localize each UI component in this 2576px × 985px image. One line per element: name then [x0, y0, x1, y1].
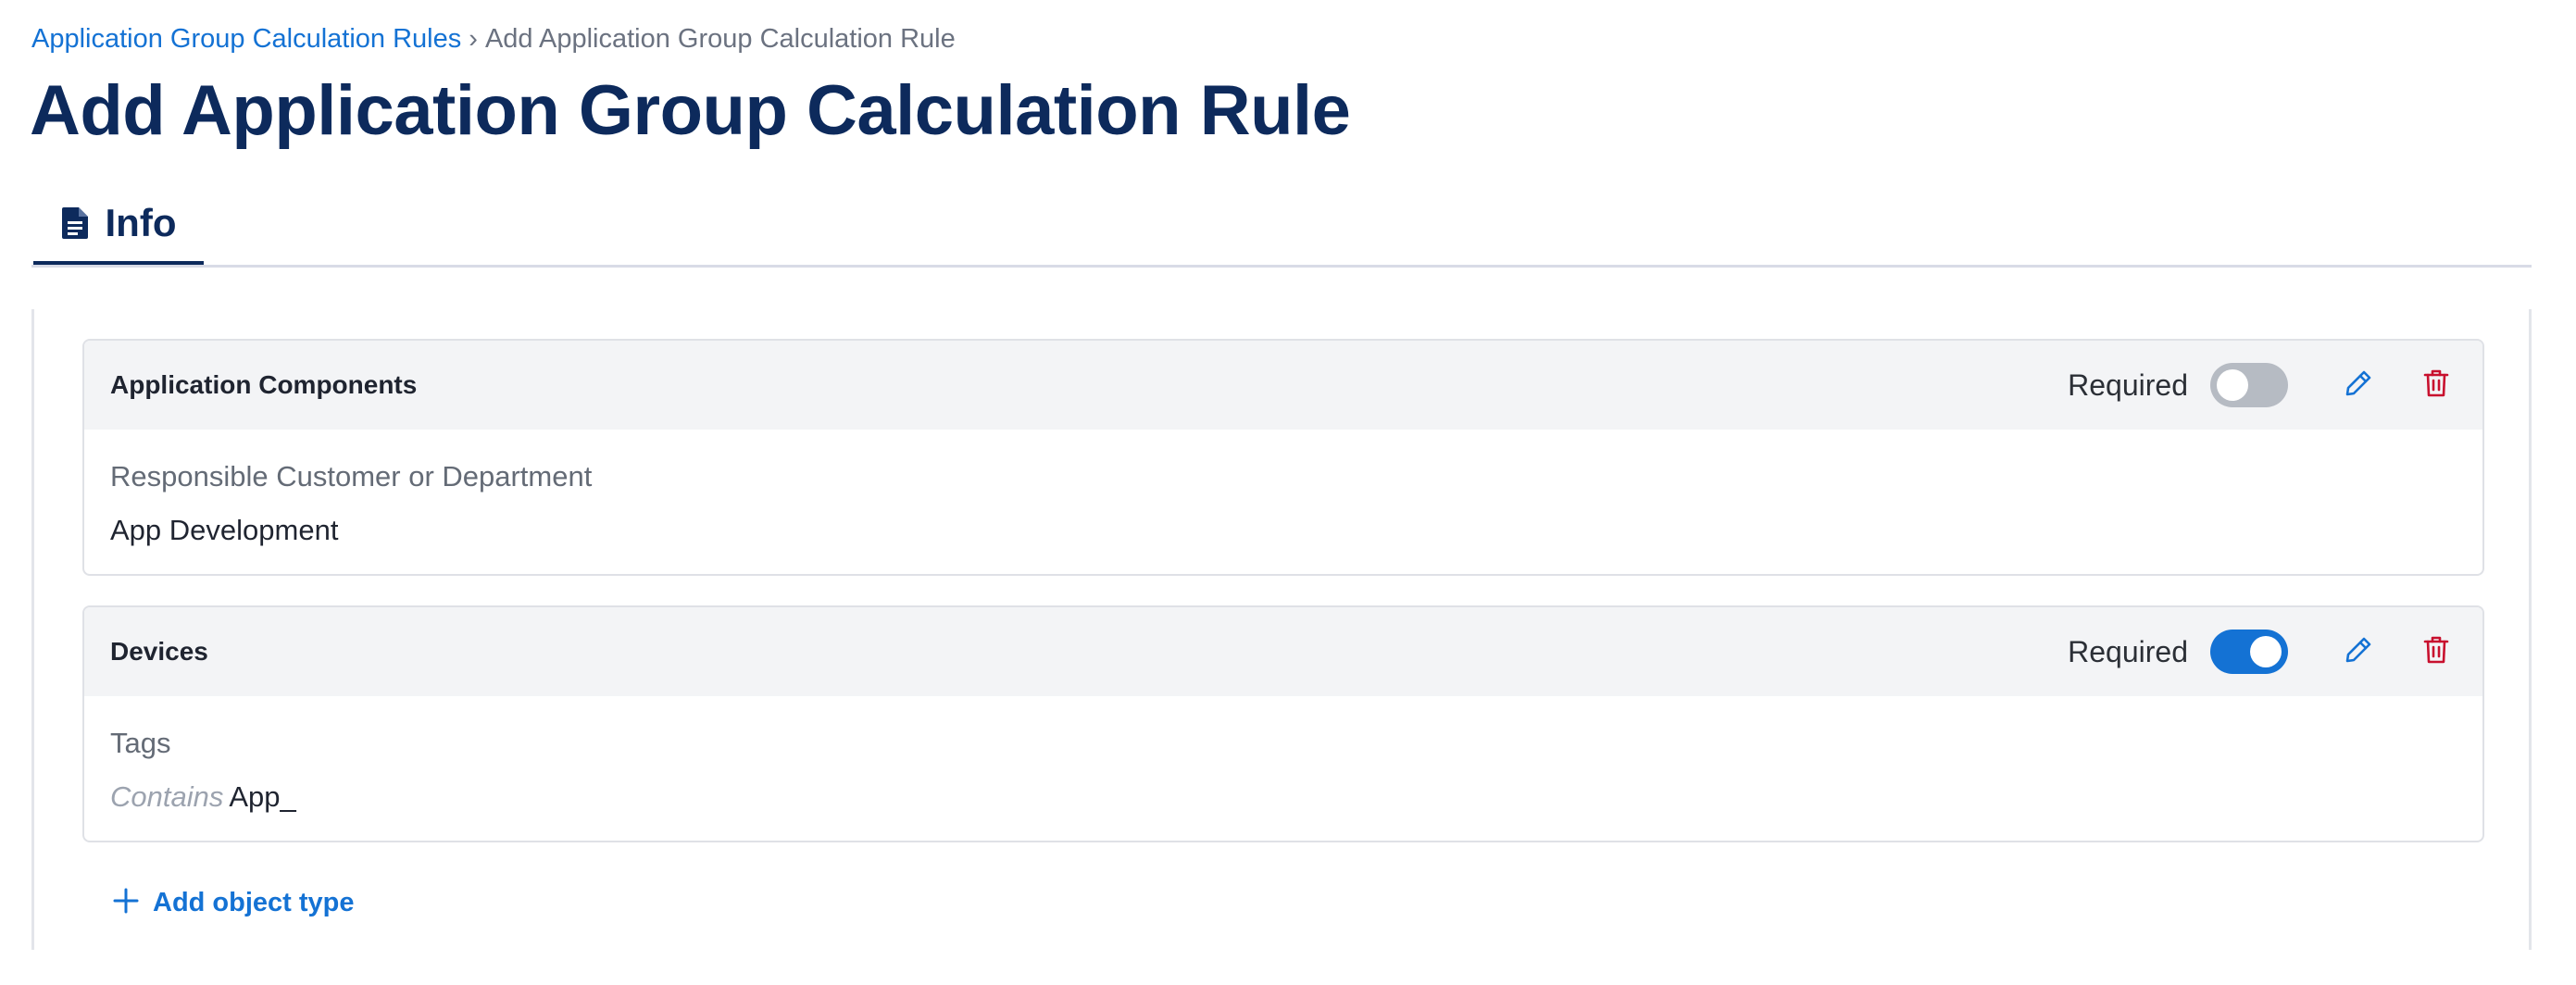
rule-card-actions: Required: [2068, 341, 2455, 430]
breadcrumb-separator: ›: [469, 24, 478, 54]
required-toggle[interactable]: [2210, 630, 2288, 674]
required-label: Required: [2068, 368, 2188, 402]
field-operator: Contains: [110, 780, 224, 813]
rule-card-body: Responsible Customer or Department App D…: [84, 430, 2482, 568]
tab-bar: Info: [31, 185, 2532, 268]
field-value-text: App_: [229, 780, 296, 813]
breadcrumb-current: Add Application Group Calculation Rule: [484, 24, 956, 54]
rule-card: Application Components Required Responsi…: [82, 339, 2484, 576]
trash-icon: [2422, 635, 2450, 669]
toggle-knob: [2217, 369, 2248, 401]
rule-card-body: Tags Contains App_: [84, 696, 2482, 835]
toggle-knob: [2250, 636, 2282, 667]
edit-button[interactable]: [2340, 633, 2377, 670]
field-label: Tags: [110, 727, 171, 759]
tab-info[interactable]: Info: [33, 185, 204, 265]
document-icon: [61, 206, 89, 240]
rule-card-header: Devices Required: [84, 607, 2482, 696]
edit-button[interactable]: [2340, 367, 2377, 404]
rules-panel: Application Components Required Responsi…: [31, 309, 2532, 950]
rule-card: Devices Required Tags Contains App_: [82, 605, 2484, 842]
field-label: Responsible Customer or Department: [110, 460, 593, 492]
field-value-text: App Development: [110, 514, 339, 546]
add-object-type-button[interactable]: Add object type: [112, 887, 355, 919]
plus-icon: [112, 887, 140, 919]
pencil-icon: [2344, 368, 2373, 403]
rule-card-actions: Required: [2068, 607, 2455, 696]
breadcrumb-link-rules[interactable]: Application Group Calculation Rules: [31, 24, 461, 54]
field-value: App Development: [110, 511, 2457, 550]
trash-icon: [2422, 368, 2450, 403]
required-label: Required: [2068, 634, 2188, 668]
field-value: Contains App_: [110, 778, 2457, 817]
rule-card-title: Devices: [110, 637, 208, 666]
breadcrumb: Application Group Calculation Rules › Add …: [31, 20, 956, 57]
tab-info-label: Info: [105, 201, 177, 244]
delete-button[interactable]: [2418, 633, 2455, 670]
rule-card-header: Application Components Required: [84, 341, 2482, 430]
rule-card-title: Application Components: [110, 370, 418, 399]
add-object-type-label: Add object type: [153, 888, 355, 917]
required-toggle[interactable]: [2210, 363, 2288, 407]
delete-button[interactable]: [2418, 367, 2455, 404]
pencil-icon: [2344, 635, 2373, 669]
page-title: Add Application Group Calculation Rule: [30, 71, 1351, 150]
